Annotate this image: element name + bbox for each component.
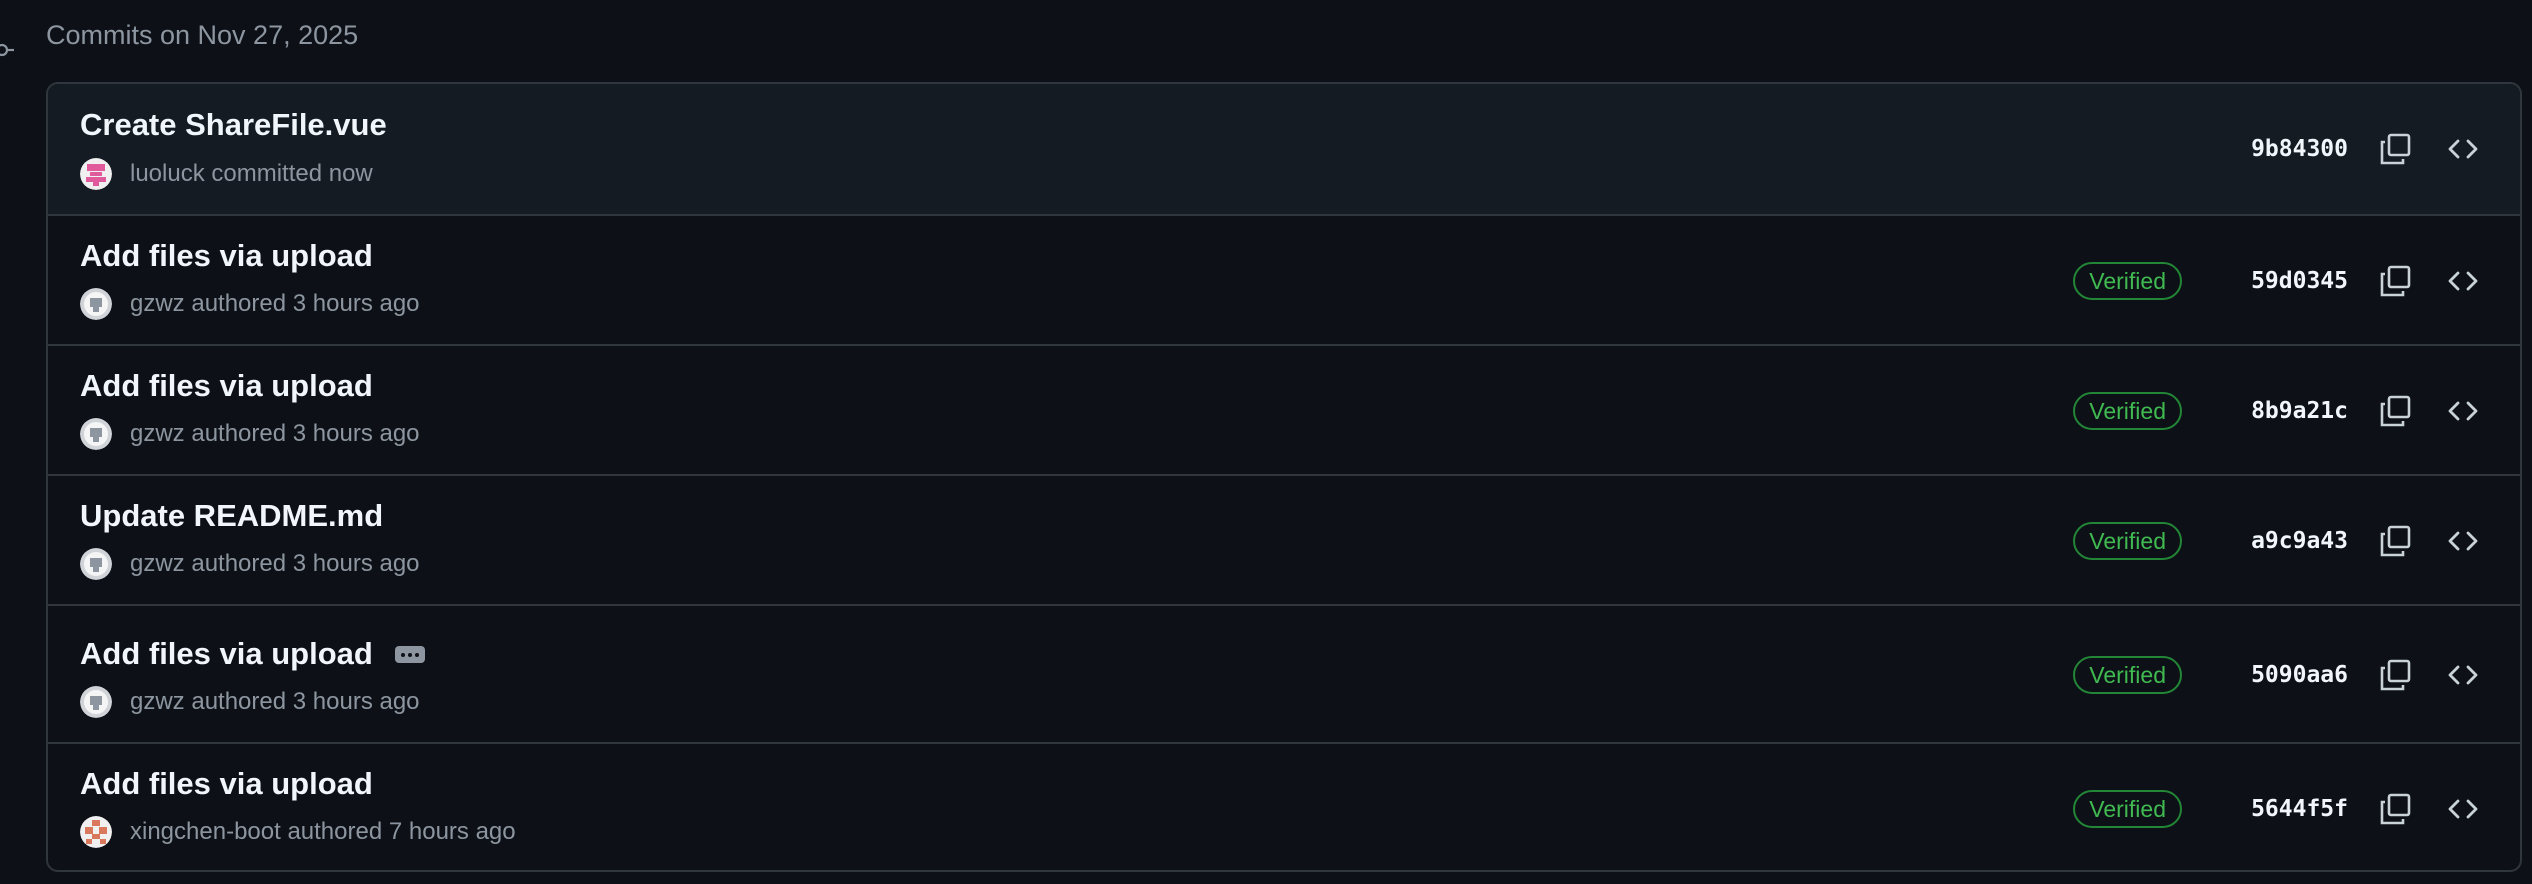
commit-actions: Verified 5644f5f [2073, 786, 2520, 832]
code-icon [2448, 139, 2478, 159]
verified-badge[interactable]: Verified [2073, 656, 2182, 694]
commit-author-time[interactable]: gzwz authored 3 hours ago [130, 290, 420, 318]
commit-row: Add files via upload gzwz authored 3 hou… [48, 214, 2520, 344]
commit-actions: Verified 8b9a21c [2073, 388, 2520, 434]
commit-group-title: Commits on Nov 27, 2025 [46, 20, 359, 50]
commit-title-link[interactable]: Add files via upload [80, 766, 373, 802]
browse-repo-button[interactable] [2440, 126, 2486, 172]
commit-title-link[interactable]: Update README.md [80, 498, 383, 534]
commit-author-time[interactable]: gzwz authored 3 hours ago [130, 688, 420, 716]
browse-repo-button[interactable] [2440, 518, 2486, 564]
commit-title-link[interactable]: Add files via upload [80, 368, 373, 404]
copy-sha-button[interactable] [2372, 652, 2418, 698]
code-icon [2448, 799, 2478, 819]
copy-icon [2380, 395, 2411, 427]
commit-author-time[interactable]: gzwz authored 3 hours ago [130, 420, 420, 448]
avatar[interactable] [80, 548, 112, 580]
commit-meta: luoluck committed now [80, 158, 373, 190]
verified-badge[interactable]: Verified [2073, 392, 2182, 430]
commit-meta: xingchen-boot authored 7 hours ago [80, 816, 516, 848]
code-icon [2448, 271, 2478, 291]
copy-sha-button[interactable] [2372, 258, 2418, 304]
commit-row: Create ShareFile.vue luoluck committed n… [48, 84, 2520, 214]
verified-badge[interactable]: Verified [2073, 522, 2182, 560]
avatar[interactable] [80, 686, 112, 718]
commit-row: Add files via upload gzwz authored 3 hou… [48, 344, 2520, 474]
commit-sha-link[interactable]: 5090aa6 [2224, 662, 2348, 688]
copy-icon [2380, 525, 2411, 557]
commit-sha-link[interactable]: 5644f5f [2224, 796, 2348, 822]
commit-title-text[interactable]: Add files via upload [80, 636, 373, 672]
commit-author-time[interactable]: gzwz authored 3 hours ago [130, 550, 420, 578]
kebab-horizontal-icon [400, 652, 405, 657]
git-commit-icon [0, 43, 14, 57]
commit-meta: gzwz authored 3 hours ago [80, 418, 420, 450]
commit-sha-link[interactable]: a9c9a43 [2224, 528, 2348, 554]
browse-repo-button[interactable] [2440, 786, 2486, 832]
copy-sha-button[interactable] [2372, 388, 2418, 434]
commit-title-text[interactable]: Add files via upload [80, 368, 373, 404]
commit-title-link[interactable]: Create ShareFile.vue [80, 107, 387, 143]
commit-sha-link[interactable]: 59d0345 [2224, 268, 2348, 294]
commit-meta: gzwz authored 3 hours ago [80, 288, 420, 320]
expand-message-button[interactable] [394, 645, 425, 663]
commit-row: Update README.md gzwz authored 3 hours a… [48, 474, 2520, 604]
commit-list: Create ShareFile.vue luoluck committed n… [46, 82, 2522, 872]
commit-actions: Verified 5090aa6 [2073, 652, 2520, 698]
browse-repo-button[interactable] [2440, 652, 2486, 698]
commit-title-text[interactable]: Add files via upload [80, 238, 373, 274]
code-icon [2448, 531, 2478, 551]
avatar[interactable] [80, 288, 112, 320]
copy-icon [2380, 659, 2411, 691]
copy-sha-button[interactable] [2372, 518, 2418, 564]
copy-icon [2380, 265, 2411, 297]
commit-actions: Verified a9c9a43 [2073, 518, 2520, 564]
browse-repo-button[interactable] [2440, 388, 2486, 434]
copy-sha-button[interactable] [2372, 126, 2418, 172]
commit-title-link[interactable]: Add files via upload [80, 636, 425, 672]
copy-sha-button[interactable] [2372, 786, 2418, 832]
copy-icon [2380, 133, 2411, 165]
verified-badge[interactable]: Verified [2073, 262, 2182, 300]
avatar[interactable] [80, 418, 112, 450]
code-icon [2448, 401, 2478, 421]
commit-title-link[interactable]: Add files via upload [80, 238, 373, 274]
commit-meta: gzwz authored 3 hours ago [80, 686, 420, 718]
commit-row: Add files via upload gzwz authored 3 hou… [48, 604, 2520, 742]
browse-repo-button[interactable] [2440, 258, 2486, 304]
commit-actions: 9b84300 [2224, 126, 2520, 172]
commit-title-text[interactable]: Create ShareFile.vue [80, 107, 387, 143]
commit-sha-link[interactable]: 9b84300 [2224, 136, 2348, 162]
commit-title-text[interactable]: Add files via upload [80, 766, 373, 802]
avatar[interactable] [80, 816, 112, 848]
commit-author-time[interactable]: xingchen-boot authored 7 hours ago [130, 818, 516, 846]
verified-badge[interactable]: Verified [2073, 790, 2182, 828]
commit-title-text[interactable]: Update README.md [80, 498, 383, 534]
copy-icon [2380, 793, 2411, 825]
commit-meta: gzwz authored 3 hours ago [80, 548, 420, 580]
avatar[interactable] [80, 158, 112, 190]
commit-row: Add files via upload xingchen-boot autho… [48, 742, 2520, 870]
commit-actions: Verified 59d0345 [2073, 258, 2520, 304]
commit-author-time[interactable]: luoluck committed now [130, 160, 373, 188]
commit-sha-link[interactable]: 8b9a21c [2224, 398, 2348, 424]
code-icon [2448, 665, 2478, 685]
